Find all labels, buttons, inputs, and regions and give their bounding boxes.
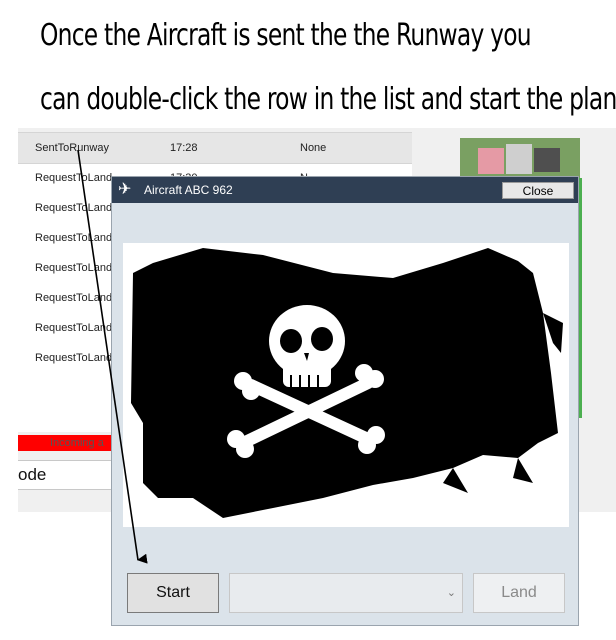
annotation-arrow — [77, 149, 148, 564]
